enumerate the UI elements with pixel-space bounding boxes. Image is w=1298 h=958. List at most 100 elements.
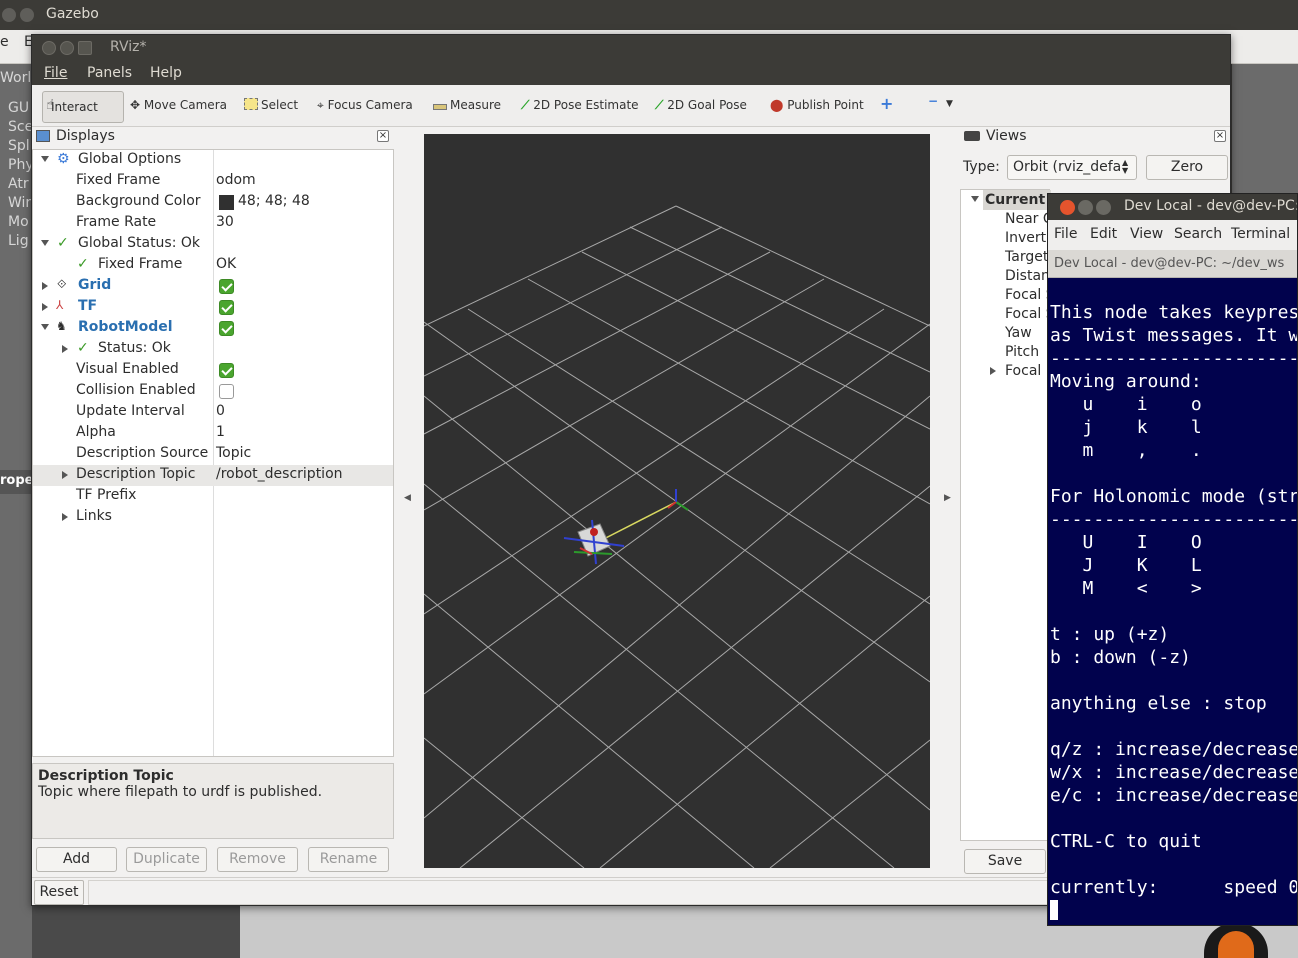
view-property[interactable]: Yaw bbox=[1005, 325, 1032, 341]
tree-row-update-interval[interactable]: Update Interval 0 bbox=[33, 402, 393, 423]
close-icon[interactable] bbox=[42, 41, 56, 55]
terminal-output[interactable]: This node takes keypres as Twist messages… bbox=[1048, 278, 1297, 925]
menu-file[interactable]: File bbox=[44, 65, 67, 81]
robotmodel-checkbox[interactable] bbox=[219, 321, 234, 336]
color-swatch[interactable] bbox=[219, 195, 234, 210]
move-camera-tool-button[interactable]: ✥ Move Camera bbox=[130, 98, 227, 112]
view-property[interactable]: Near C bbox=[1005, 211, 1053, 227]
tree-row-links[interactable]: Links bbox=[33, 507, 393, 528]
tree-row-tf-prefix[interactable]: TF Prefix bbox=[33, 486, 393, 507]
tree-row-description-source[interactable]: Description Source Topic bbox=[33, 444, 393, 465]
terminal-menu-file[interactable]: File bbox=[1054, 226, 1077, 242]
tree-row-value[interactable]: 30 bbox=[216, 214, 234, 230]
gazebo-tab-world[interactable]: Worl bbox=[0, 70, 31, 86]
view-property[interactable]: Distan bbox=[1005, 268, 1050, 284]
collapsed-arrow-icon[interactable] bbox=[62, 345, 68, 353]
rename-button[interactable]: Rename bbox=[308, 847, 389, 872]
view-property[interactable]: Target bbox=[1005, 249, 1048, 265]
tree-row-fixed-frame[interactable]: Fixed Frame odom bbox=[33, 171, 393, 192]
tree-row-status-ok[interactable]: ✓ Status: Ok bbox=[33, 339, 393, 360]
expand-arrow-icon[interactable] bbox=[41, 324, 49, 330]
close-icon[interactable]: × bbox=[377, 130, 389, 142]
expand-arrow-icon[interactable] bbox=[971, 196, 979, 202]
goal-pose-tool-button[interactable]: ⟋ 2D Goal Pose bbox=[655, 98, 747, 113]
maximize-icon[interactable] bbox=[1096, 200, 1111, 215]
gazebo-tree-item[interactable]: Mo bbox=[8, 214, 29, 230]
close-icon[interactable]: × bbox=[1214, 130, 1226, 142]
focus-camera-tool-button[interactable]: ⌖ Focus Camera bbox=[317, 98, 413, 113]
collapsed-arrow-icon[interactable] bbox=[42, 303, 48, 311]
view-property[interactable]: Pitch bbox=[1005, 344, 1039, 360]
collapsed-arrow-icon[interactable] bbox=[62, 513, 68, 521]
gazebo-tree-item[interactable]: GU bbox=[8, 100, 29, 116]
select-tool-button[interactable]: Select bbox=[244, 98, 298, 112]
collapsed-arrow-icon[interactable] bbox=[990, 367, 996, 375]
tree-row-collision-enabled[interactable]: Collision Enabled bbox=[33, 381, 393, 402]
minimize-icon[interactable] bbox=[1078, 200, 1093, 215]
duplicate-button[interactable]: Duplicate bbox=[126, 847, 207, 872]
remove-button[interactable]: Remove bbox=[217, 847, 298, 872]
collapsed-arrow-icon[interactable] bbox=[62, 471, 68, 479]
minimize-icon[interactable] bbox=[60, 41, 74, 55]
view-type-select[interactable]: Orbit (rviz_defa bbox=[1007, 155, 1137, 180]
tree-row-value[interactable]: Topic bbox=[216, 445, 251, 461]
tree-row-background-color[interactable]: Background Color 48; 48; 48 bbox=[33, 192, 393, 213]
zero-button[interactable]: Zero bbox=[1146, 155, 1228, 180]
tf-checkbox[interactable] bbox=[219, 300, 234, 315]
measure-tool-button[interactable]: Measure bbox=[433, 98, 501, 112]
tree-row-value[interactable]: 1 bbox=[216, 424, 225, 440]
view-property[interactable]: Invert bbox=[1005, 230, 1046, 246]
terminal-menu-view[interactable]: View bbox=[1130, 226, 1163, 242]
terminal-tab[interactable]: Dev Local - dev@dev-PC: ~/dev_ws bbox=[1048, 250, 1297, 278]
tree-row-description-topic[interactable]: Description Topic /robot_description bbox=[33, 465, 393, 486]
tree-row-value[interactable]: odom bbox=[216, 172, 256, 188]
gazebo-tree-item[interactable]: Wir bbox=[8, 195, 31, 211]
tree-row-tf[interactable]: ⅄ TF bbox=[33, 297, 393, 318]
tree-row-robotmodel[interactable]: ♞ RobotModel bbox=[33, 318, 393, 339]
close-icon[interactable] bbox=[2, 8, 16, 22]
tree-row-value[interactable]: 48; 48; 48 bbox=[238, 193, 310, 209]
tree-row-value[interactable]: 0 bbox=[216, 403, 225, 419]
current-view-label[interactable]: Current V bbox=[983, 190, 1051, 210]
collapsed-arrow-icon[interactable] bbox=[42, 282, 48, 290]
reset-button[interactable]: Reset bbox=[34, 880, 84, 905]
grid-checkbox[interactable] bbox=[219, 279, 234, 294]
save-view-button[interactable]: Save bbox=[964, 849, 1046, 874]
visual-enabled-checkbox[interactable] bbox=[219, 363, 234, 378]
tree-row-grid[interactable]: ⟐ Grid bbox=[33, 276, 393, 297]
gazebo-tree-item[interactable]: Spl bbox=[8, 138, 30, 154]
gazebo-tree-item[interactable]: Sce bbox=[8, 119, 33, 135]
collision-enabled-checkbox[interactable] bbox=[219, 384, 234, 399]
expand-arrow-icon[interactable] bbox=[41, 240, 49, 246]
minimize-icon[interactable] bbox=[20, 8, 34, 22]
gazebo-tree-item[interactable]: Phy bbox=[8, 157, 34, 173]
terminal-menu-terminal[interactable]: Terminal bbox=[1231, 226, 1290, 242]
terminal-menu-edit[interactable]: Edit bbox=[1090, 226, 1117, 242]
tree-row-alpha[interactable]: Alpha 1 bbox=[33, 423, 393, 444]
pose-estimate-tool-button[interactable]: ⟋ 2D Pose Estimate bbox=[521, 98, 639, 113]
menu-panels[interactable]: Panels bbox=[87, 65, 132, 81]
terminal-menu-search[interactable]: Search bbox=[1174, 226, 1222, 242]
close-icon[interactable] bbox=[1060, 200, 1075, 215]
collapse-right-icon[interactable]: ▶ bbox=[944, 493, 951, 503]
gazebo-tree-item[interactable]: Lig bbox=[8, 233, 29, 249]
tree-row-frame-rate[interactable]: Frame Rate 30 bbox=[33, 213, 393, 234]
tree-row-visual-enabled[interactable]: Visual Enabled bbox=[33, 360, 393, 381]
expand-arrow-icon[interactable] bbox=[41, 156, 49, 162]
tree-row-global-options[interactable]: ⚙ Global Options bbox=[33, 150, 393, 171]
publish-point-tool-button[interactable]: ⬤ Publish Point bbox=[770, 98, 864, 112]
render-view[interactable] bbox=[424, 134, 930, 868]
menu-help[interactable]: Help bbox=[150, 65, 182, 81]
collapse-left-icon[interactable]: ◀ bbox=[404, 493, 411, 503]
gazebo-tree-item[interactable]: Atr bbox=[8, 176, 29, 192]
add-tool-plus-icon[interactable]: + bbox=[880, 94, 893, 113]
tree-row-status-fixed-frame[interactable]: ✓ Fixed Frame OK bbox=[33, 255, 393, 276]
gazebo-menu-edit[interactable]: e bbox=[0, 34, 9, 50]
add-button[interactable]: Add bbox=[36, 847, 117, 872]
chevron-down-icon[interactable]: ▼ bbox=[946, 99, 953, 109]
maximize-icon[interactable] bbox=[78, 41, 92, 55]
tree-row-global-status[interactable]: ✓ Global Status: Ok bbox=[33, 234, 393, 255]
spinner-icon[interactable]: ▲ ▼ bbox=[1122, 159, 1128, 175]
tree-row-value[interactable]: /robot_description bbox=[216, 466, 343, 482]
remove-tool-minus-icon[interactable]: − bbox=[928, 94, 938, 108]
